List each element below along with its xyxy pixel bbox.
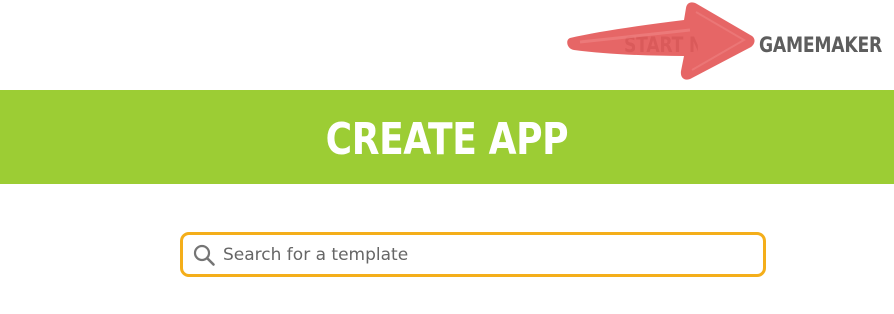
template-search-box[interactable] (180, 232, 766, 277)
nav-link-gamemaker[interactable]: GAMEMAKER (759, 33, 882, 57)
search-input[interactable] (223, 239, 763, 270)
create-app-banner: CREATE APP (0, 90, 894, 184)
page-title: CREATE APP (325, 113, 569, 165)
nav-link-start[interactable]: START NOW (624, 33, 698, 57)
top-navigation: START NOW GAMEMAKER (0, 0, 894, 90)
create-app-page: START NOW GAMEMAKER CREATE APP (0, 0, 894, 314)
search-icon (193, 244, 215, 266)
